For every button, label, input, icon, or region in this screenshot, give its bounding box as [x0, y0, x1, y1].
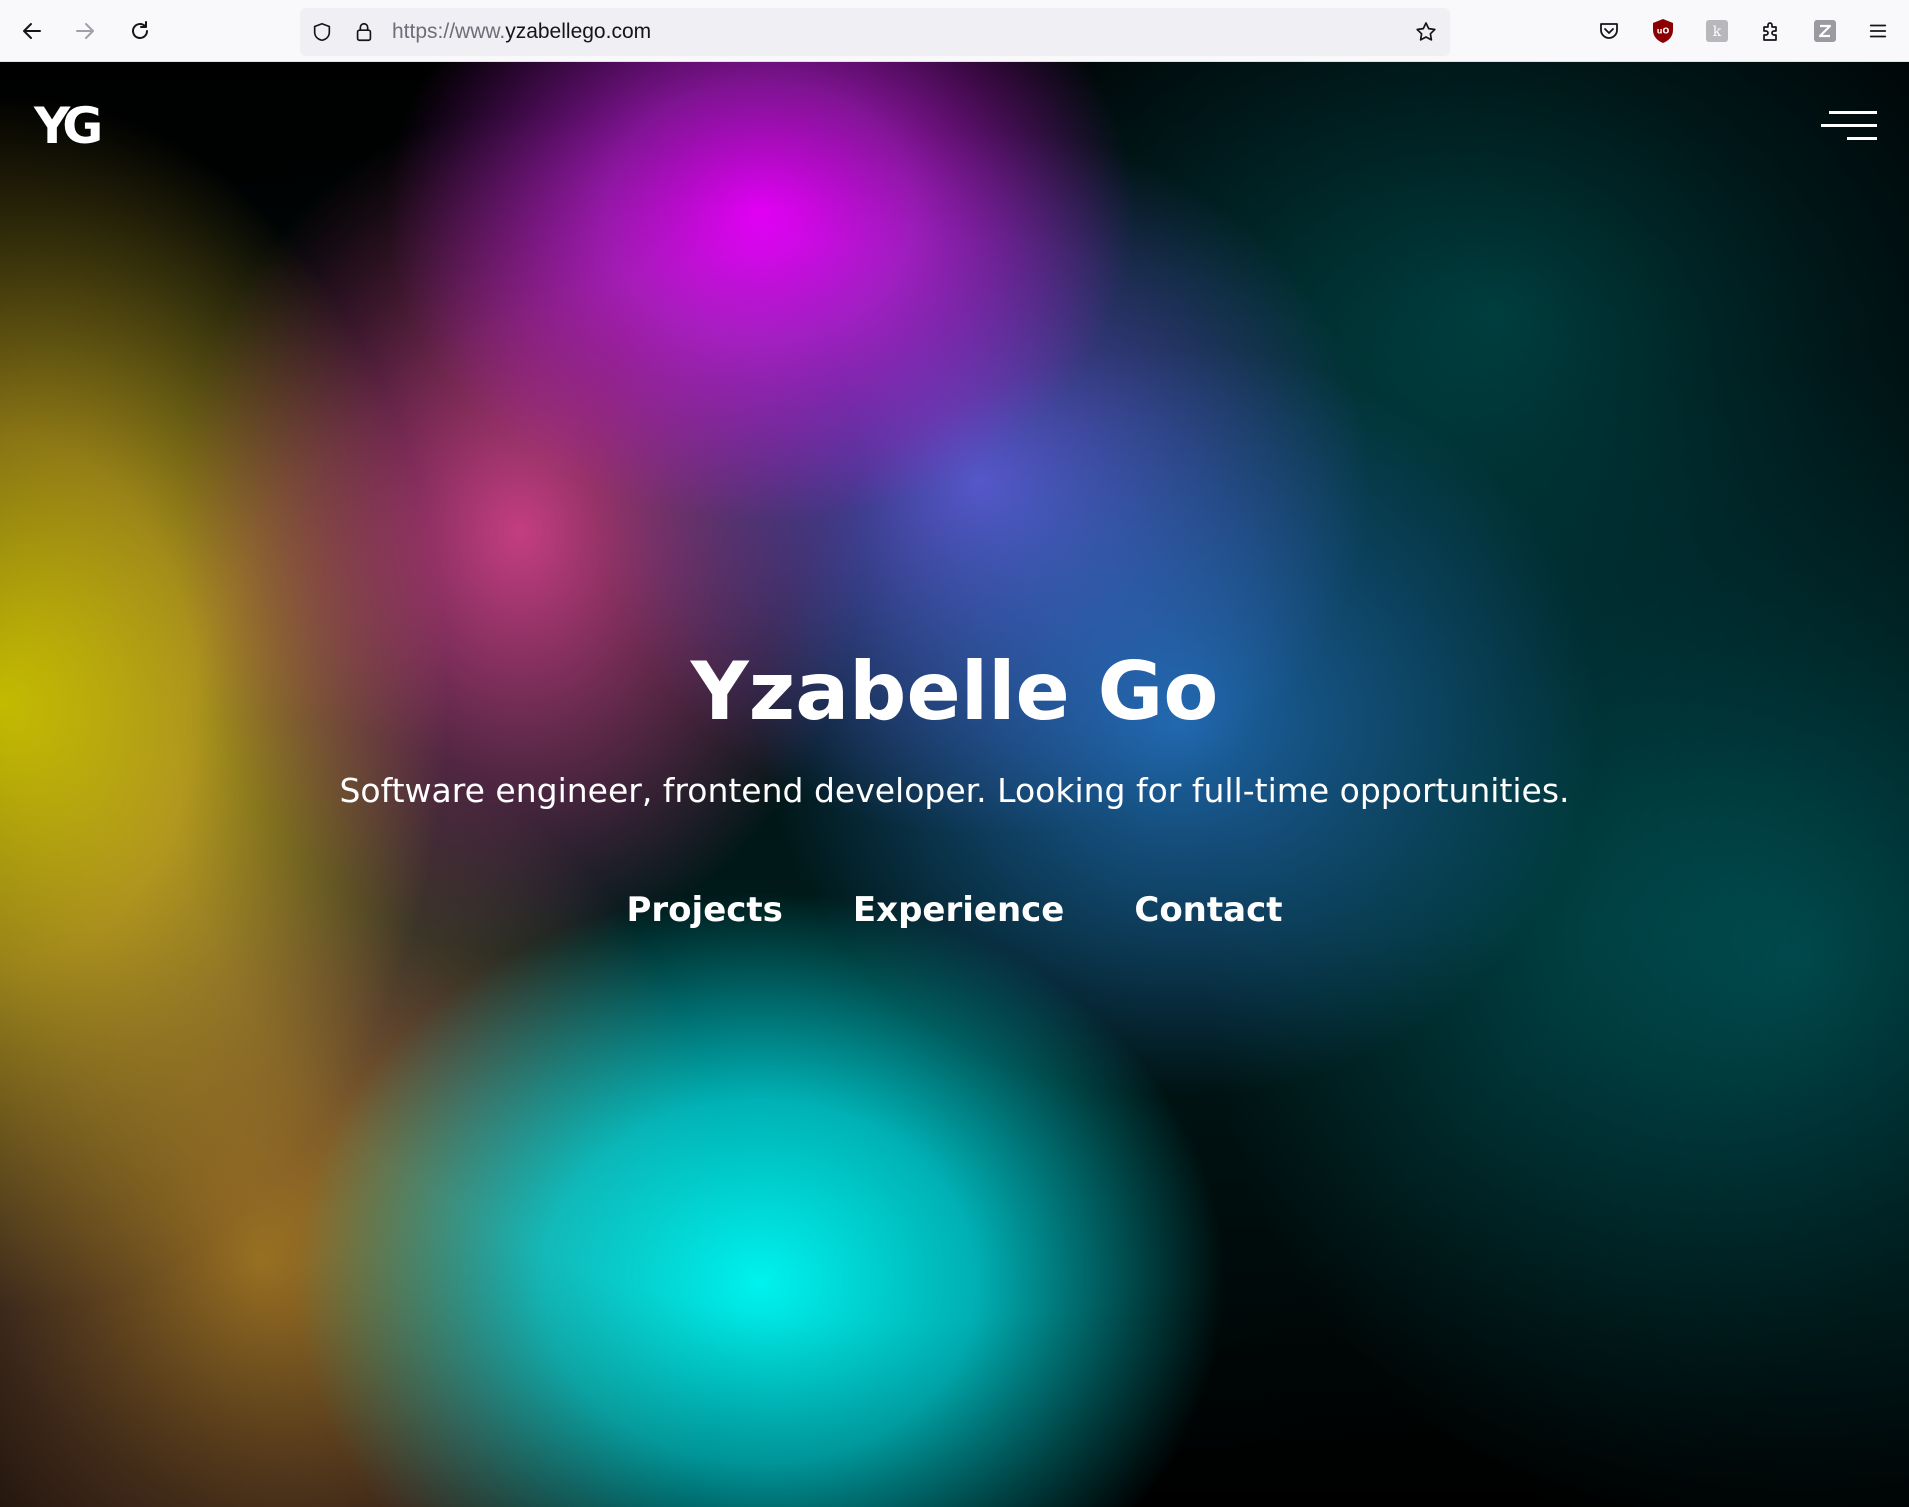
url-prefix: https://www. [392, 20, 506, 43]
back-arrow-icon [23, 23, 41, 39]
website-viewport: YG Yzabelle Go Software engineer, fronte… [0, 62, 1909, 1507]
app-menu-button[interactable] [1860, 13, 1896, 49]
extension-z-button[interactable] [1807, 13, 1843, 49]
url-text[interactable]: https://www.yzabellego.com [392, 20, 651, 44]
hamburger-menu-icon [1869, 24, 1887, 38]
forward-button[interactable] [67, 13, 103, 49]
menu-line-top [1829, 111, 1877, 114]
extension-k-icon: k [1706, 20, 1728, 42]
site-menu-button[interactable] [1820, 106, 1880, 146]
extensions-button[interactable] [1753, 13, 1789, 49]
ublock-origin-button[interactable]: uO [1645, 13, 1681, 49]
contact-link[interactable]: Contact [1134, 888, 1282, 932]
reload-icon [132, 21, 148, 39]
forward-arrow-icon [76, 23, 94, 39]
experience-link[interactable]: Experience [853, 888, 1064, 932]
pocket-icon [1600, 23, 1618, 39]
extension-k-button[interactable]: k [1699, 13, 1735, 49]
browser-toolbar: https://www.yzabellego.com uO k [0, 0, 1909, 62]
reload-button[interactable] [122, 13, 158, 49]
menu-line-bottom [1847, 137, 1877, 140]
hero-subtitle: Software engineer, frontend developer. L… [339, 771, 1570, 810]
menu-line-middle [1821, 124, 1877, 127]
extension-z-icon [1814, 20, 1836, 42]
address-bar[interactable]: https://www.yzabellego.com [300, 8, 1450, 56]
site-logo[interactable]: YG [34, 100, 103, 152]
extensions-puzzle-icon [1763, 22, 1777, 41]
url-domain: yzabellego.com [505, 20, 652, 43]
hero-nav: Projects Experience Contact [0, 888, 1909, 932]
svg-text:uO: uO [1657, 27, 1670, 36]
pocket-button[interactable] [1591, 13, 1627, 49]
back-button[interactable] [14, 13, 50, 49]
bookmark-star-icon[interactable] [1414, 20, 1438, 44]
hero-title: Yzabelle Go [690, 645, 1219, 738]
lock-icon[interactable] [352, 20, 376, 44]
shield-icon[interactable] [310, 20, 334, 44]
projects-link[interactable]: Projects [627, 888, 783, 932]
ublock-origin-icon: uO [1653, 19, 1673, 43]
svg-text:k: k [1713, 24, 1722, 40]
